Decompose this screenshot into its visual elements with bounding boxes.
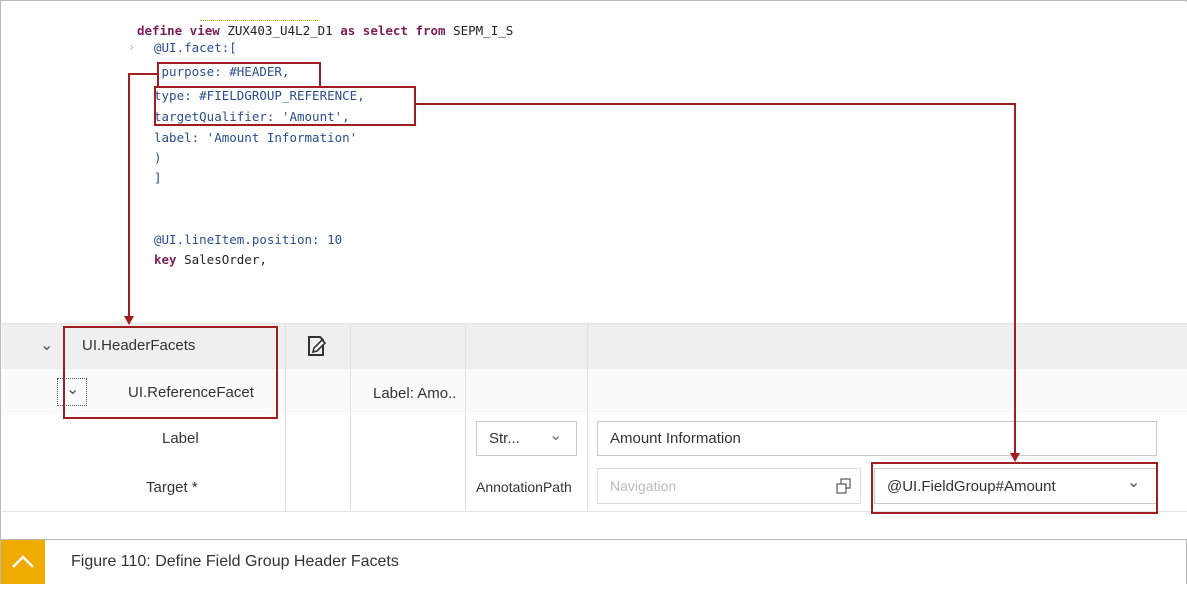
- connector-line: [128, 73, 130, 319]
- reference-facet-summary: Label: Amo..: [373, 385, 457, 402]
- figure-caption-bar: Figure 110: Define Field Group Header Fa…: [1, 539, 1186, 584]
- code-line-close-bracket: ]: [154, 170, 162, 185]
- column-divider: [350, 323, 351, 511]
- highlight-purpose: [157, 62, 321, 88]
- highlight-header-facets: [63, 326, 278, 419]
- code-line-facet: @UI.facet:[: [154, 40, 237, 55]
- connector-arrow: [124, 316, 134, 325]
- chevron-down-icon: ⌄: [549, 427, 563, 444]
- figure-caption: Figure 110: Define Field Group Header Fa…: [71, 553, 399, 570]
- connector-line: [1014, 103, 1016, 453]
- code-line-key: key SalesOrder,: [154, 252, 267, 267]
- open-dialog-icon[interactable]: [836, 478, 852, 499]
- connector-line: [416, 103, 1016, 105]
- chevron-up-icon[interactable]: [1, 540, 45, 584]
- label-type-select[interactable]: Str... ⌄: [476, 421, 577, 456]
- column-divider: [587, 323, 588, 511]
- target-row-name: Target *: [146, 479, 198, 496]
- chevron-down-icon[interactable]: ⌄: [40, 335, 53, 355]
- required-marker: *: [191, 479, 198, 496]
- target-type-value: AnnotationPath: [476, 479, 572, 495]
- code-line-lineitem: @UI.lineItem.position: 10: [154, 232, 343, 247]
- label-value-input[interactable]: Amount Information: [597, 421, 1157, 456]
- connector-arrow: [1010, 453, 1020, 462]
- code-line-label: label: 'Amount Information': [154, 130, 358, 145]
- fold-marker-icon[interactable]: ›: [130, 42, 133, 53]
- label-row-name: Label: [162, 430, 199, 447]
- edit-icon[interactable]: [303, 334, 329, 360]
- connector-line: [128, 73, 158, 75]
- screenshot-area: define view ZUX403_U4L2_D1 as select fro…: [2, 2, 1187, 539]
- figure-frame: define view ZUX403_U4L2_D1 as select fro…: [0, 0, 1187, 584]
- highlight-target-value: [871, 462, 1158, 514]
- navigation-input[interactable]: Navigation: [597, 468, 861, 504]
- column-divider: [285, 323, 286, 511]
- code-line-close-paren: ): [154, 150, 162, 165]
- column-divider: [465, 323, 466, 511]
- highlight-type-qualifier: [154, 86, 416, 126]
